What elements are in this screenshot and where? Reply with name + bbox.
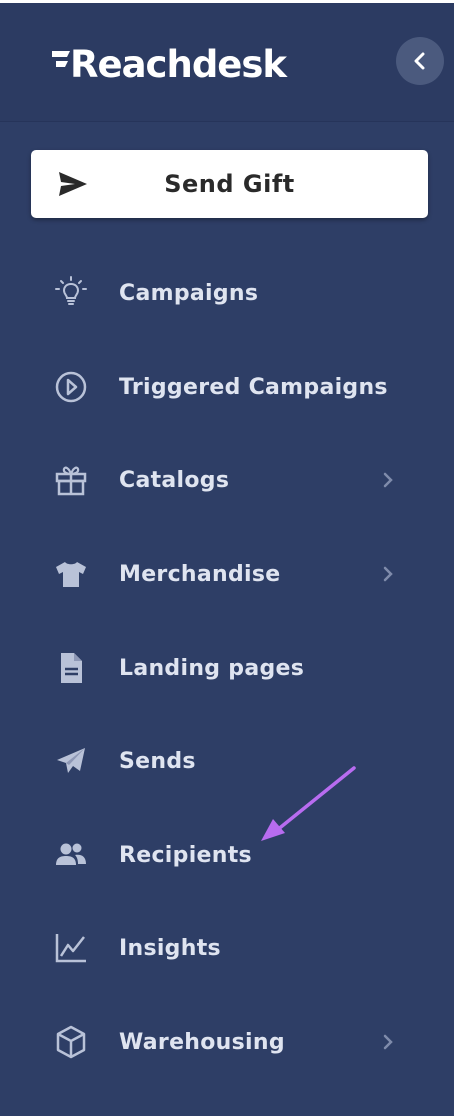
chevron-right-icon (378, 564, 398, 584)
chevron-left-icon (414, 52, 425, 70)
brand-logo[interactable]: Reachdesk (52, 41, 287, 87)
nav-item-sends[interactable]: Sends (0, 731, 454, 791)
nav-item-landing-pages[interactable]: Landing pages (0, 638, 454, 698)
nav-item-insights[interactable]: Insights (0, 918, 454, 978)
collapse-sidebar-button[interactable] (396, 37, 444, 85)
chevron-right-icon (378, 1032, 398, 1052)
nav-item-label: Recipients (119, 842, 252, 868)
nav-item-campaigns[interactable]: Campaigns (0, 263, 454, 323)
brand-name: Reachdesk (70, 42, 287, 86)
nav-item-label: Warehousing (119, 1029, 285, 1055)
nav-item-label: Sends (119, 748, 196, 774)
logo-mark-icon (52, 51, 70, 67)
nav-item-merchandise[interactable]: Merchandise (0, 544, 454, 604)
users-icon (52, 836, 90, 874)
sidebar: Reachdesk Send Gift Campaigns Triggered … (0, 0, 454, 1116)
gift-icon (52, 461, 90, 499)
chevron-right-icon (378, 470, 398, 490)
nav-item-warehousing[interactable]: Warehousing (0, 1012, 454, 1072)
nav-item-label: Insights (119, 935, 221, 961)
nav-item-triggered-campaigns[interactable]: Triggered Campaigns (0, 357, 454, 417)
nav-item-label: Catalogs (119, 467, 230, 493)
play-circle-icon (52, 368, 90, 406)
nav-item-recipients[interactable]: Recipients (0, 825, 454, 885)
tshirt-icon (52, 555, 90, 593)
box-icon (52, 1023, 90, 1061)
nav-item-label: Triggered Campaigns (119, 374, 388, 400)
nav-item-label: Landing pages (119, 655, 305, 681)
document-icon (52, 649, 90, 687)
send-gift-label: Send Gift (164, 170, 295, 198)
nav-item-label: Campaigns (119, 280, 259, 306)
line-chart-icon (52, 929, 90, 967)
send-gift-button[interactable]: Send Gift (31, 150, 428, 218)
send-arrow-icon (59, 172, 87, 196)
sidebar-header: Reachdesk (0, 3, 454, 122)
lightbulb-icon (52, 274, 90, 312)
annotation-arrow-icon (261, 766, 356, 841)
nav-item-label: Merchandise (119, 561, 281, 587)
nav-item-catalogs[interactable]: Catalogs (0, 450, 454, 510)
paper-plane-icon (52, 742, 90, 780)
